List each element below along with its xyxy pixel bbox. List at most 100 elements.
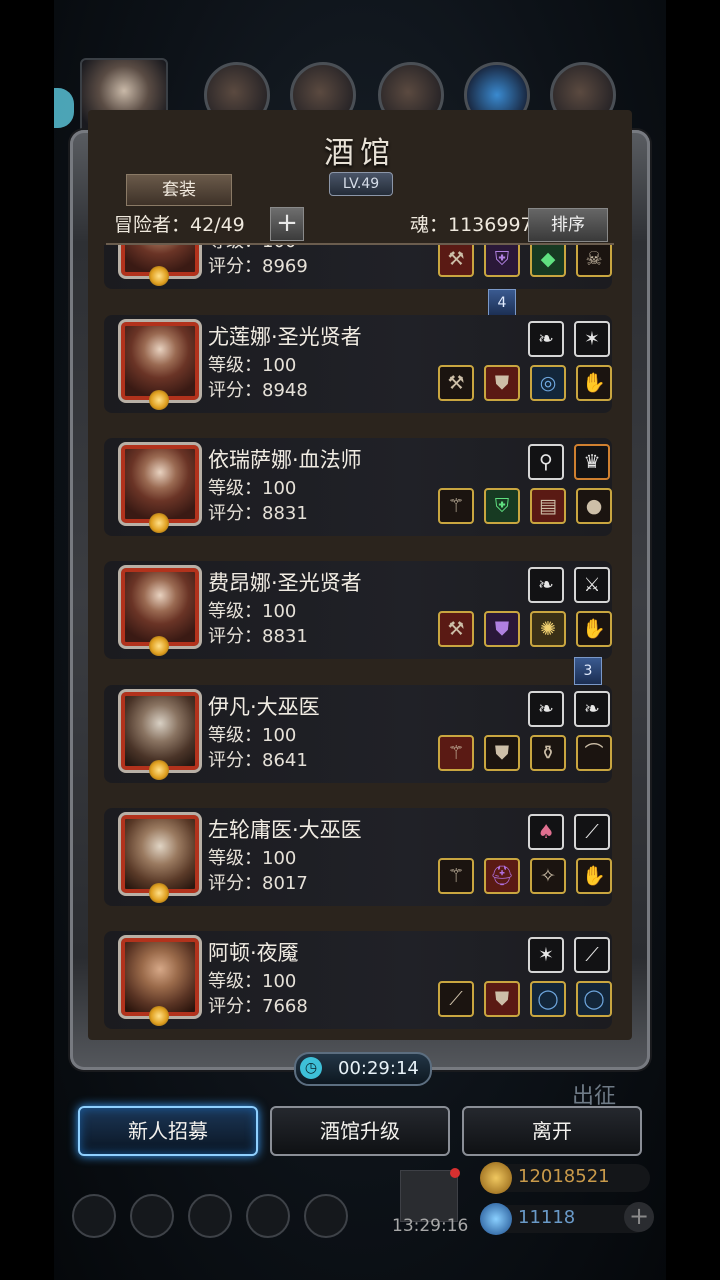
staff-equip-icon[interactable]: ⚚ bbox=[438, 858, 474, 894]
hammer-equip-icon[interactable]: ⚒ bbox=[438, 611, 474, 647]
group-divider: 3 bbox=[574, 657, 602, 685]
hero-portrait bbox=[118, 565, 202, 656]
recruit-button[interactable]: 新人招募 bbox=[78, 1106, 258, 1156]
star-skill-icon[interactable]: ✶ bbox=[574, 321, 610, 357]
hero-level: 等级：100 bbox=[208, 355, 297, 376]
hero-level: 等级：100 bbox=[208, 601, 297, 622]
shirt-equip-icon[interactable]: ⛊ bbox=[484, 735, 520, 771]
feather-skill-icon[interactable]: ❧ bbox=[528, 321, 564, 357]
hero-portrait bbox=[118, 689, 202, 780]
feather-skill-icon[interactable]: ❧ bbox=[574, 691, 610, 727]
armor-equip-icon[interactable]: ⛊ bbox=[484, 365, 520, 401]
ring-equip-icon[interactable]: ◎ bbox=[530, 365, 566, 401]
hero-name: 尤莲娜·圣光贤者 bbox=[208, 325, 362, 349]
hero-name: 依瑞萨娜·血法师 bbox=[208, 448, 362, 472]
bell-skill-icon[interactable]: ♠ bbox=[528, 814, 564, 850]
map-icon[interactable] bbox=[304, 1194, 348, 1238]
hero-level: 等级：100 bbox=[208, 478, 297, 499]
hero-name: 费昂娜·圣光贤者 bbox=[208, 571, 362, 595]
settings-icon[interactable] bbox=[72, 1194, 116, 1238]
gauntlet-equip-icon[interactable]: ✋ bbox=[576, 611, 612, 647]
dagger-equip-icon[interactable]: ⟋ bbox=[438, 981, 474, 1017]
gold-amount: 12018521 bbox=[518, 1166, 610, 1187]
wand-equip-icon[interactable]: ⚚ bbox=[438, 488, 474, 524]
hud-time: 13:29:16 bbox=[392, 1216, 469, 1236]
adventurer-count: 冒险者：42/49 bbox=[114, 214, 245, 236]
axe-equip-icon[interactable]: ⚒ bbox=[438, 245, 474, 277]
staff-equip-icon[interactable]: ⚚ bbox=[438, 735, 474, 771]
suit-button[interactable]: 套装 bbox=[126, 174, 232, 206]
gift-icon[interactable] bbox=[400, 1170, 458, 1222]
hero-score: 评分：8948 bbox=[208, 380, 308, 401]
game-screen: 酒馆 LV.49 套装 冒险者：42/49 + 魂：1136997 排序 等级：… bbox=[54, 0, 666, 1280]
tavern-upgrade-button[interactable]: 酒馆升级 bbox=[270, 1106, 450, 1156]
hero-card[interactable]: 左轮庸医·大巫医 等级：100 评分：8017 ♠ ⟋ ⚚ ⛑ ✧ ✋ bbox=[104, 808, 612, 906]
crown-skill-icon[interactable]: ♛ bbox=[574, 444, 610, 480]
hero-name: 阿顿·夜魇 bbox=[208, 941, 299, 965]
hero-score: 评分：8831 bbox=[208, 626, 308, 647]
hammer-equip-icon[interactable]: ⚒ bbox=[438, 365, 474, 401]
hero-card[interactable]: 费昂娜·圣光贤者 等级：100 评分：8831 ❧ ⚔ ⚒ ⛊ ✺ ✋ bbox=[104, 561, 612, 659]
hero-name: 左轮庸医·大巫医 bbox=[208, 818, 362, 842]
clock-icon: ◷ bbox=[300, 1057, 322, 1079]
hero-list[interactable]: 等级：100 评分：8969 ⚒ ⛨ ◆ ☠ 4 尤莲娜·圣光贤者 等级：100… bbox=[102, 245, 614, 1040]
chain-equip-icon[interactable]: ✧ bbox=[530, 858, 566, 894]
dagger-skill-icon[interactable]: ⟋ bbox=[574, 937, 610, 973]
hero-score: 评分：8831 bbox=[208, 503, 308, 524]
timer-text: 00:29:14 bbox=[338, 1058, 419, 1079]
gauntlet-equip-icon[interactable]: ✋ bbox=[576, 858, 612, 894]
add-gems-button[interactable]: + bbox=[624, 1202, 654, 1232]
sword-skill-icon[interactable]: ⚔ bbox=[574, 567, 610, 603]
necklace-equip-icon[interactable]: ⌒ bbox=[576, 735, 612, 771]
hero-card[interactable]: 阿顿·夜魇 等级：100 评分：7668 ✶ ⟋ ⟋ ⛊ ◯ ◯ bbox=[104, 931, 612, 1029]
sort-button[interactable]: 排序 bbox=[528, 208, 608, 242]
side-tab-icon[interactable] bbox=[54, 88, 74, 128]
leave-button[interactable]: 离开 bbox=[462, 1106, 642, 1156]
robe-equip-icon[interactable]: ⛊ bbox=[484, 611, 520, 647]
orb-equip-icon[interactable]: ● bbox=[576, 488, 612, 524]
hero-card[interactable]: 伊凡·大巫医 等级：100 评分：8641 ❧ ❧ ⚚ ⛊ ⚱ ⌒ bbox=[104, 685, 612, 783]
mail-icon[interactable] bbox=[246, 1194, 290, 1238]
feather-skill-icon[interactable]: ❧ bbox=[528, 691, 564, 727]
helmet-equip-icon[interactable]: ⛑ bbox=[484, 858, 520, 894]
hero-portrait bbox=[118, 935, 202, 1026]
group-divider: 4 bbox=[488, 289, 516, 317]
hero-card[interactable]: 尤莲娜·圣光贤者 等级：100 评分：8948 ❧ ✶ ⚒ ⛊ ◎ ✋ bbox=[104, 315, 612, 413]
hero-score: 评分：8017 bbox=[208, 873, 308, 894]
ring-equip-icon[interactable]: ◯ bbox=[576, 981, 612, 1017]
hero-portrait bbox=[118, 319, 202, 410]
gold-bar: 12018521 bbox=[480, 1162, 650, 1194]
ring-equip-icon[interactable]: ◯ bbox=[530, 981, 566, 1017]
hood-equip-icon[interactable]: ⛨ bbox=[484, 245, 520, 277]
star-skill-icon[interactable]: ✶ bbox=[528, 937, 564, 973]
bag-icon[interactable] bbox=[188, 1194, 232, 1238]
add-slot-button[interactable]: + bbox=[270, 207, 304, 241]
hero-name: 伊凡·大巫医 bbox=[208, 695, 320, 719]
gem-equip-icon[interactable]: ◆ bbox=[530, 245, 566, 277]
necklace-skill-icon[interactable]: ⚲ bbox=[528, 444, 564, 480]
hero-level: 等级：100 bbox=[208, 725, 297, 746]
book-equip-icon[interactable]: ▤ bbox=[530, 488, 566, 524]
blade-skill-icon[interactable]: ⟋ bbox=[574, 814, 610, 850]
hero-card[interactable]: 等级：100 评分：8969 ⚒ ⛨ ◆ ☠ bbox=[104, 245, 612, 289]
feather-skill-icon[interactable]: ❧ bbox=[528, 567, 564, 603]
cloak-equip-icon[interactable]: ⛨ bbox=[484, 488, 520, 524]
tavern-level-badge: LV.49 bbox=[329, 172, 393, 196]
soul-count: 魂：1136997 bbox=[410, 214, 533, 236]
menu-icon[interactable] bbox=[130, 1194, 174, 1238]
potion-equip-icon[interactable]: ⚱ bbox=[530, 735, 566, 771]
amulet-equip-icon[interactable]: ✺ bbox=[530, 611, 566, 647]
armor-equip-icon[interactable]: ⛊ bbox=[484, 981, 520, 1017]
panel-title: 酒馆 bbox=[324, 136, 396, 171]
gold-coin-icon bbox=[480, 1162, 512, 1194]
hero-level: 等级：100 bbox=[208, 848, 297, 869]
hero-portrait bbox=[118, 245, 202, 286]
skull-equip-icon[interactable]: ☠ bbox=[576, 245, 612, 277]
hero-card[interactable]: 依瑞萨娜·血法师 等级：100 评分：8831 ⚲ ♛ ⚚ ⛨ ▤ ● bbox=[104, 438, 612, 536]
hero-score: 评分：8641 bbox=[208, 750, 308, 771]
hero-score: 评分：8969 bbox=[208, 256, 308, 277]
gauntlet-equip-icon[interactable]: ✋ bbox=[576, 365, 612, 401]
hero-portrait bbox=[118, 812, 202, 903]
gem-icon bbox=[480, 1203, 512, 1235]
notification-dot bbox=[450, 1168, 460, 1178]
